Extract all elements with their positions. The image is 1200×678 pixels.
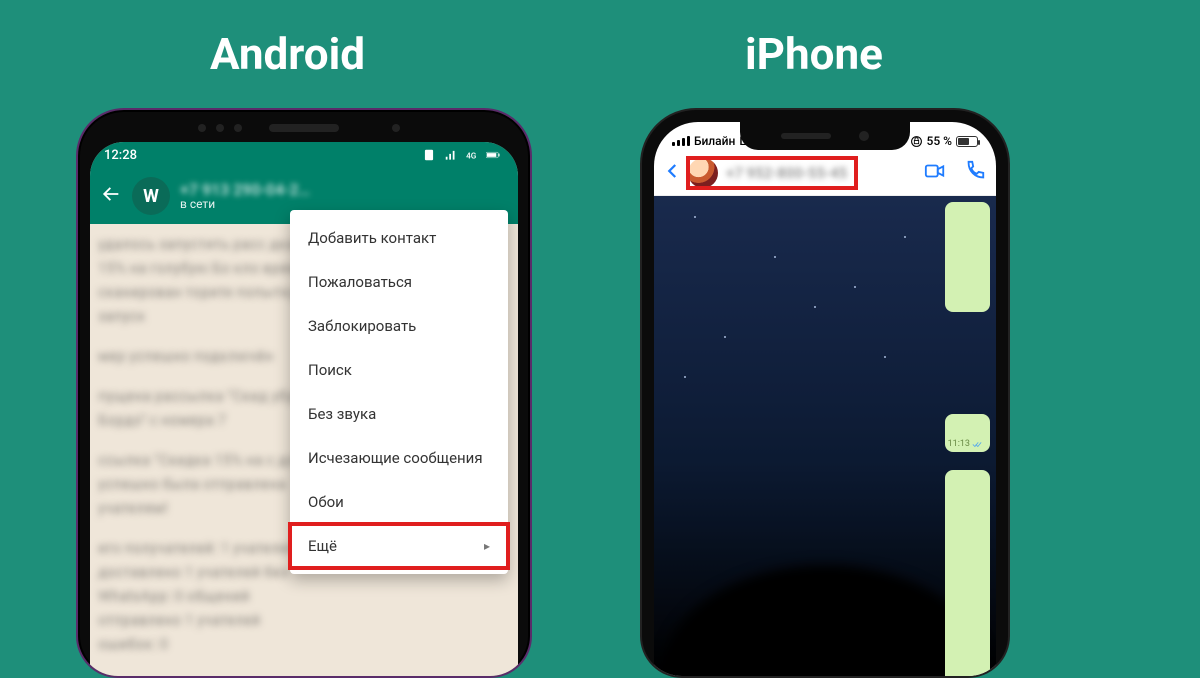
chevron-right-icon: ▸ (484, 539, 490, 553)
android-status-right: 4G (418, 148, 500, 163)
sent-message-bubble[interactable]: 11:13 (945, 414, 990, 452)
iphone-volume-up (640, 280, 642, 330)
iphone-frame: Билайн LTE 55 % +7 952-800-55-45 (640, 108, 1010, 678)
title-android: Android (210, 28, 365, 80)
message-timestamp: 11:13 (948, 439, 970, 449)
voice-call-button[interactable] (964, 160, 986, 186)
battery-percent: 55 % (927, 134, 952, 148)
menu-more-label: Ещё (308, 537, 337, 555)
ios-chat-body: 11:13 (654, 196, 996, 676)
menu-disappearing[interactable]: Исчезающие сообщения (290, 436, 508, 480)
android-status-bar: 12:28 4G (90, 142, 518, 168)
iphone-volume-down (640, 345, 642, 395)
contact-info[interactable]: +7 913 290-04-2… в сети (180, 181, 310, 212)
battery-icon (956, 136, 978, 147)
android-status-time: 12:28 (104, 148, 137, 163)
network-4g-icon: 4G (465, 148, 479, 162)
battery-icon (486, 148, 500, 162)
android-sensors-left (198, 124, 242, 132)
iphone-mute-switch (640, 230, 642, 258)
iphone-power-button (1008, 280, 1010, 350)
signal-icon (672, 136, 690, 146)
sim-icon (422, 148, 436, 162)
iphone-notch (740, 122, 910, 150)
android-overflow-menu: Добавить контакт Пожаловаться Заблокиров… (290, 210, 508, 574)
contact-phone-blurred: +7 913 290-04-2… (180, 181, 310, 199)
contact-online-status: в сети (180, 198, 310, 211)
menu-add-contact[interactable]: Добавить контакт (290, 216, 508, 260)
android-screen: 12:28 4G W +7 913 290-04-2… в сети (90, 142, 518, 676)
back-button[interactable] (664, 162, 682, 184)
menu-report[interactable]: Пожаловаться (290, 260, 508, 304)
rotation-lock-icon (910, 135, 923, 148)
menu-mute[interactable]: Без звука (290, 392, 508, 436)
android-speaker (269, 124, 339, 132)
sent-message-bubble[interactable] (945, 202, 990, 312)
contact-avatar[interactable]: W (132, 177, 170, 215)
title-iphone: iPhone (745, 28, 883, 80)
back-button[interactable] (100, 183, 122, 209)
iphone-screen: Билайн LTE 55 % +7 952-800-55-45 (654, 122, 996, 676)
android-phone-frame: 12:28 4G W +7 913 290-04-2… в сети (76, 108, 532, 678)
android-sensors-right (392, 124, 400, 132)
menu-more[interactable]: Ещё ▸ (290, 524, 508, 568)
signal-icon (444, 148, 458, 162)
svg-text:4G: 4G (466, 151, 477, 161)
menu-wallpaper[interactable]: Обои (290, 480, 508, 524)
menu-block[interactable]: Заблокировать (290, 304, 508, 348)
ios-chat-header: +7 952-800-55-45 (654, 150, 996, 196)
contact-avatar (688, 158, 718, 188)
contact-phone-blurred: +7 952-800-55-45 (726, 164, 847, 182)
sent-message-bubble[interactable] (945, 470, 990, 676)
contact-info[interactable]: +7 952-800-55-45 (688, 158, 918, 188)
read-receipt-icon (972, 439, 982, 449)
video-call-button[interactable] (924, 160, 946, 186)
menu-search[interactable]: Поиск (290, 348, 508, 392)
carrier-label: Билайн (694, 134, 735, 148)
